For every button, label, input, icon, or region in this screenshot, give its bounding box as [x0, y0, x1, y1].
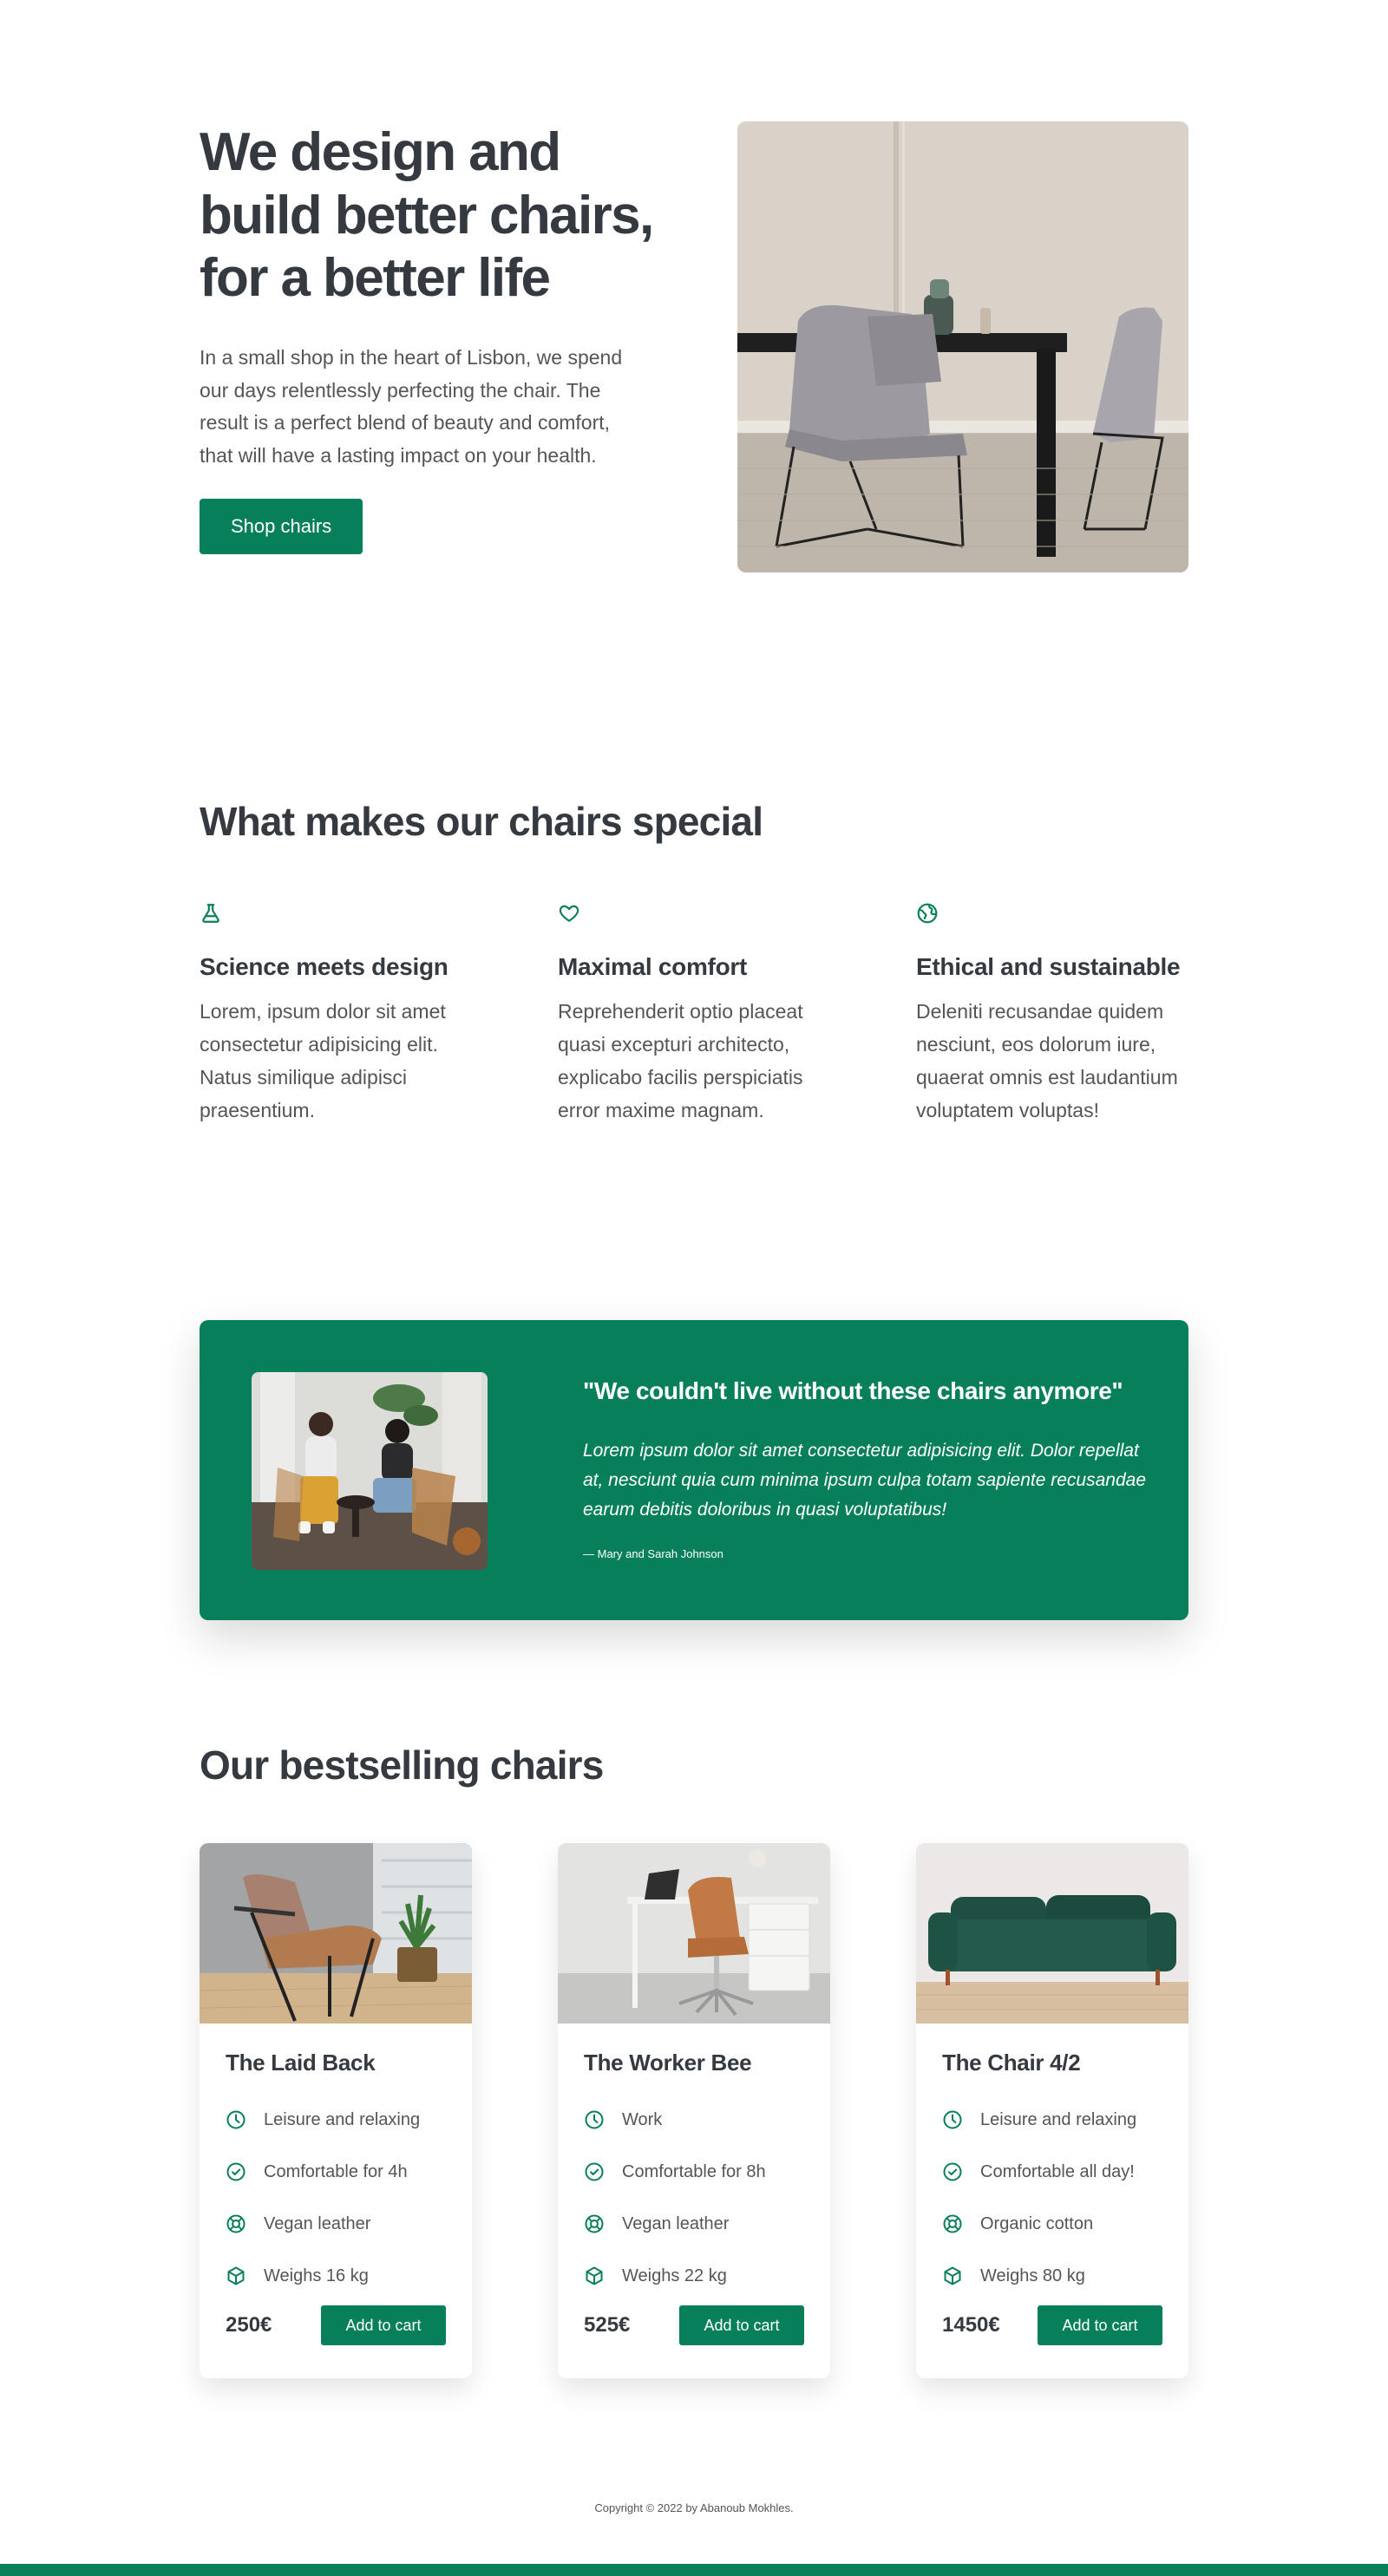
check-circle-icon: [943, 2162, 962, 2181]
feature-description: Deleniti recusandae quidem nesciunt, eos…: [916, 1000, 1178, 1121]
attribute-item: Comfortable for 8h: [584, 2146, 804, 2198]
lifebuoy-icon: [585, 2214, 604, 2233]
flask-icon: [202, 904, 219, 923]
product-name: The Worker Bee: [584, 2050, 752, 2076]
add-to-cart-button[interactable]: Add to cart: [321, 2305, 446, 2345]
features-title: What makes our chairs special: [200, 799, 763, 844]
product-name: The Chair 4/2: [942, 2050, 1081, 2076]
office-chair-illustration: [558, 1843, 830, 2024]
attribute-item: Weighs 22 kg: [584, 2250, 804, 2302]
product-image: [558, 1843, 830, 2024]
clock-icon: [226, 2110, 246, 2129]
lifebuoy-icon: [226, 2214, 246, 2233]
product-footer: 525€ Add to cart: [584, 2305, 804, 2345]
attribute-item: Work: [584, 2094, 804, 2146]
check-circle-icon: [585, 2162, 604, 2181]
feature-title: Ethical and sustainable: [916, 953, 1181, 980]
attribute-text: Vegan leather: [622, 2213, 730, 2233]
feature-comfort: Maximal comfort Reprehenderit optio plac…: [558, 902, 844, 1128]
feature-description: Lorem, ipsum dolor sit amet consectetur …: [200, 1000, 446, 1121]
product-price: 1450€: [942, 2313, 1000, 2337]
attribute-item: Weighs 80 kg: [942, 2250, 1162, 2302]
product-footer: 1450€ Add to cart: [942, 2305, 1162, 2345]
footer-copyright: Copyright © 2022 by Abanoub Mokhles.: [594, 2501, 794, 2514]
globe-icon: [917, 903, 938, 924]
attribute-text: Weighs 80 kg: [980, 2265, 1085, 2285]
product-image: [916, 1843, 1188, 2024]
cube-icon: [227, 2266, 245, 2285]
attribute-text: Vegan leather: [264, 2213, 371, 2233]
attribute-text: Comfortable for 4h: [264, 2161, 408, 2181]
heart-icon: [559, 905, 579, 922]
people-on-chairs-illustration: [252, 1372, 488, 1570]
hero-section: We design and build better chairs, for a…: [200, 0, 1188, 659]
attribute-item: Weighs 16 kg: [226, 2250, 446, 2302]
attribute-item: Vegan leather: [584, 2198, 804, 2250]
footer-accent-bar: [0, 2564, 1388, 2576]
testimonial-text: Lorem ipsum dolor sit amet consectetur a…: [583, 1441, 1147, 1520]
clock-icon: [585, 2110, 604, 2129]
cube-icon: [586, 2266, 603, 2285]
add-to-cart-button[interactable]: Add to cart: [679, 2305, 804, 2345]
clock-icon: [943, 2110, 962, 2129]
attribute-item: Comfortable for 4h: [226, 2146, 446, 2198]
product-attributes: Leisure and relaxing Comfortable for 4h …: [226, 2094, 446, 2302]
hero-chairs-image: [737, 121, 1188, 572]
testimonial-author: — Mary and Sarah Johnson: [583, 1547, 723, 1560]
product-image: [200, 1843, 472, 2024]
attribute-text: Weighs 22 kg: [622, 2265, 727, 2285]
feature-description: Reprehenderit optio placeat quasi except…: [558, 1000, 803, 1121]
product-price: 250€: [226, 2313, 272, 2337]
product-attributes: Work Comfortable for 8h Vegan leather We…: [584, 2094, 804, 2302]
hero-text: We design and build better chairs, for a…: [200, 121, 668, 555]
add-to-cart-button[interactable]: Add to cart: [1038, 2305, 1162, 2345]
attribute-text: Leisure and relaxing: [980, 2109, 1137, 2129]
attribute-text: Comfortable for 8h: [622, 2161, 766, 2181]
attribute-item: Vegan leather: [226, 2198, 446, 2250]
product-card-worker-bee: The Worker Bee Work Comfortable for 8h V…: [558, 1843, 830, 2378]
feature-science: Science meets design Lorem, ipsum dolor …: [200, 902, 486, 1128]
attribute-item: Leisure and relaxing: [226, 2094, 446, 2146]
product-attributes: Leisure and relaxing Comfortable all day…: [942, 2094, 1162, 2302]
products-title: Our bestselling chairs: [200, 1742, 604, 1788]
dining-table-illustration: [737, 121, 1188, 572]
feature-title: Science meets design: [200, 953, 448, 980]
product-card-chair-4-2: The Chair 4/2 Leisure and relaxing Comfo…: [916, 1843, 1188, 2378]
check-circle-icon: [226, 2162, 246, 2181]
attribute-text: Leisure and relaxing: [264, 2109, 421, 2129]
testimonial-quote: "We couldn't live without these chairs a…: [583, 1377, 1123, 1404]
attribute-item: Organic cotton: [942, 2198, 1162, 2250]
lifebuoy-icon: [943, 2214, 962, 2233]
product-card-laid-back: The Laid Back Leisure and relaxing Comfo…: [200, 1843, 472, 2378]
attribute-item: Leisure and relaxing: [942, 2094, 1162, 2146]
sofa-illustration: [916, 1843, 1188, 2024]
lounge-chair-illustration: [200, 1843, 472, 2024]
feature-title: Maximal comfort: [558, 953, 747, 980]
product-footer: 250€ Add to cart: [226, 2305, 446, 2345]
feature-ethical: Ethical and sustainable Deleniti recusan…: [916, 902, 1202, 1128]
testimonial-section: "We couldn't live without these chairs a…: [200, 1320, 1188, 1620]
hero-description: In a small shop in the heart of Lisbon, …: [200, 345, 623, 467]
attribute-text: Comfortable all day!: [980, 2161, 1135, 2181]
testimonial-photo: [252, 1372, 488, 1570]
attribute-item: Comfortable all day!: [942, 2146, 1162, 2198]
attribute-text: Organic cotton: [980, 2213, 1094, 2233]
hero-title: We design and build better chairs, for a…: [200, 122, 654, 309]
cube-icon: [944, 2266, 961, 2285]
attribute-text: Work: [622, 2109, 663, 2129]
attribute-text: Weighs 16 kg: [264, 2265, 369, 2285]
product-price: 525€: [584, 2313, 631, 2337]
product-name: The Laid Back: [226, 2050, 376, 2076]
page-container: We design and build better chairs, for a…: [200, 0, 1188, 2378]
shop-chairs-button[interactable]: Shop chairs: [200, 499, 363, 555]
